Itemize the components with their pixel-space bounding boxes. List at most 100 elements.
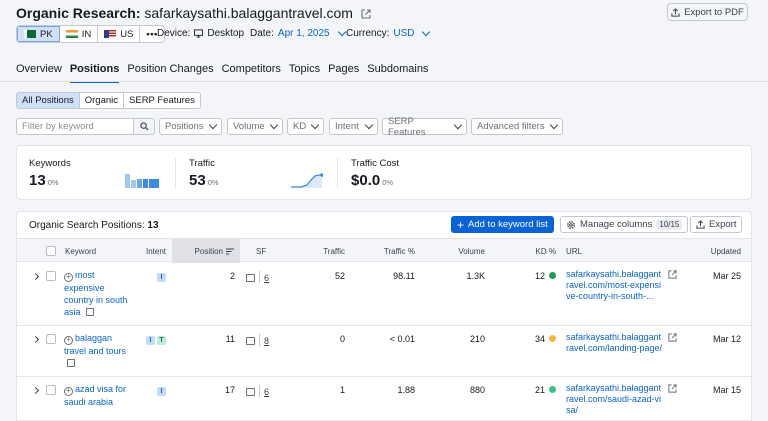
- subtab-serp-features[interactable]: SERP Features: [124, 93, 200, 108]
- intent-badge: I: [157, 273, 166, 282]
- position-cell: 11: [225, 334, 235, 344]
- sort-icon: [226, 248, 234, 254]
- main-tabs: Overview Positions Position Changes Comp…: [16, 63, 436, 83]
- serp-snapshot-icon[interactable]: [67, 358, 75, 367]
- tab-positions[interactable]: Positions: [69, 63, 120, 83]
- select-all-checkbox[interactable]: [46, 239, 56, 263]
- table-row: + balaggan travel and tours IT 11 8 0 < 0…: [17, 326, 751, 377]
- serp-feature-icon: [246, 388, 255, 396]
- position-cell: 2: [229, 271, 235, 281]
- tab-topics[interactable]: Topics: [289, 63, 320, 83]
- export-button[interactable]: Export: [690, 216, 743, 233]
- external-link-icon[interactable]: [668, 384, 677, 393]
- volume-filter[interactable]: Volume: [227, 118, 283, 135]
- col-keyword[interactable]: Keyword: [65, 239, 96, 263]
- chevron-down-icon: [453, 120, 463, 130]
- keyword-cell: + most expensive country in south asia: [64, 269, 134, 318]
- intent-badge: T: [157, 336, 166, 345]
- page-title: Organic Research: safarkaysathi.balaggan…: [16, 5, 371, 21]
- tab-overview[interactable]: Overview: [16, 63, 62, 83]
- intent-cell: I: [157, 271, 168, 282]
- subtab-all-positions[interactable]: All Positions: [17, 93, 80, 108]
- external-link-icon[interactable]: [668, 333, 677, 342]
- add-keyword-icon[interactable]: +: [64, 272, 73, 282]
- advanced-filters[interactable]: Advanced filters: [471, 118, 563, 135]
- device-selector[interactable]: Device: Desktop: [157, 28, 244, 39]
- tab-competitors[interactable]: Competitors: [222, 63, 281, 83]
- col-traffic[interactable]: Traffic: [295, 239, 345, 263]
- subtab-organic[interactable]: Organic: [80, 93, 125, 108]
- external-link-icon[interactable]: [668, 270, 677, 279]
- url-link[interactable]: safarkaysathi.balaggantravel.com/saudi-a…: [566, 383, 664, 416]
- col-volume[interactable]: Volume: [435, 239, 485, 263]
- traffic-metric[interactable]: Traffic 53 0%: [189, 158, 219, 189]
- gear-icon: [567, 220, 575, 229]
- serp-features-filter[interactable]: SERP Features: [382, 116, 467, 138]
- kd-cell: 21: [506, 385, 556, 395]
- manage-columns-button[interactable]: Manage columns 10/15: [560, 216, 689, 233]
- table-title: Organic Search Positions: 13: [29, 220, 159, 231]
- intent-filter[interactable]: Intent: [329, 118, 378, 135]
- pakistan-flag-icon: [24, 30, 36, 38]
- external-link-icon[interactable]: [361, 9, 371, 19]
- kd-filter[interactable]: KD: [287, 118, 324, 135]
- col-intent[interactable]: Intent: [146, 239, 166, 263]
- keyword-link[interactable]: azad visa for saudi arabia: [64, 384, 126, 407]
- keyword-filter-input[interactable]: Filter by keyword: [16, 118, 134, 135]
- intent-badge: I: [157, 387, 166, 396]
- row-checkbox[interactable]: [46, 334, 56, 344]
- col-updated[interactable]: Updated: [691, 239, 741, 263]
- upload-icon: [696, 220, 705, 229]
- currency-selector[interactable]: Currency: USD: [346, 27, 431, 39]
- add-keyword-icon[interactable]: +: [64, 335, 73, 345]
- url-link[interactable]: safarkaysathi.balaggantravel.com/landing…: [566, 332, 664, 354]
- traffic-cost-metric[interactable]: Traffic Cost $0.0 0%: [351, 158, 399, 189]
- expand-row-chevron-icon[interactable]: [31, 272, 40, 281]
- row-checkbox[interactable]: [46, 271, 56, 281]
- sf-cell[interactable]: 6: [246, 385, 269, 397]
- positions-filter[interactable]: Positions: [159, 118, 222, 135]
- metric-divider: [175, 158, 176, 188]
- traffic-pct-cell: < 0.01: [389, 334, 415, 344]
- export-pdf-button[interactable]: Export to PDF: [667, 3, 748, 21]
- chevron-down-icon: [310, 120, 320, 130]
- serp-snapshot-icon[interactable]: [86, 307, 95, 316]
- col-position[interactable]: Position: [172, 239, 240, 263]
- expand-row-chevron-icon[interactable]: [31, 386, 40, 395]
- database-in[interactable]: IN: [60, 26, 99, 42]
- expand-row-chevron-icon[interactable]: [31, 335, 40, 344]
- col-sf[interactable]: SF: [256, 239, 266, 263]
- table-row: + azad visa for saudi arabia I 17 6 1 1.8…: [17, 377, 751, 420]
- chevron-down-icon: [422, 27, 431, 37]
- col-url[interactable]: URL: [566, 239, 582, 263]
- database-pk[interactable]: PK: [17, 26, 60, 42]
- col-traffic-pct[interactable]: Traffic %: [365, 239, 415, 263]
- col-kd[interactable]: KD %: [506, 239, 556, 263]
- keywords-bar-sparkline: [125, 174, 159, 188]
- position-type-switch: All Positions Organic SERP Features: [16, 92, 201, 109]
- domain-name[interactable]: safarkaysathi.balaggantravel.com: [144, 5, 353, 21]
- kd-cell: 34: [506, 334, 556, 344]
- traffic-cell: 0: [339, 334, 345, 344]
- url-link[interactable]: safarkaysathi.balaggantravel.com/most-ex…: [566, 269, 664, 302]
- keyword-link[interactable]: balaggan travel and tours: [64, 333, 126, 356]
- sf-cell[interactable]: 6: [246, 271, 269, 283]
- desktop-icon: [194, 29, 204, 38]
- sf-cell[interactable]: 8: [246, 334, 269, 346]
- kd-difficulty-dot: [549, 335, 556, 342]
- kd-cell: 12: [506, 271, 556, 281]
- volume-cell: 880: [469, 385, 485, 395]
- filter-search-button[interactable]: [133, 118, 155, 135]
- keywords-metric[interactable]: Keywords 13 0%: [29, 158, 71, 189]
- keyword-link[interactable]: most expensive country in south asia: [64, 270, 128, 317]
- tab-position-changes[interactable]: Position Changes: [127, 63, 213, 83]
- row-checkbox[interactable]: [46, 385, 56, 395]
- table-row: + most expensive country in south asia I …: [17, 263, 751, 326]
- database-us[interactable]: US: [98, 26, 141, 42]
- tab-subdomains[interactable]: Subdomains: [367, 63, 428, 83]
- tab-pages[interactable]: Pages: [328, 63, 359, 83]
- india-flag-icon: [65, 30, 78, 38]
- add-to-keyword-list-button[interactable]: + Add to keyword list: [451, 216, 554, 233]
- add-keyword-icon[interactable]: +: [64, 386, 73, 396]
- date-selector[interactable]: Date: Apr 1, 2025: [250, 27, 346, 39]
